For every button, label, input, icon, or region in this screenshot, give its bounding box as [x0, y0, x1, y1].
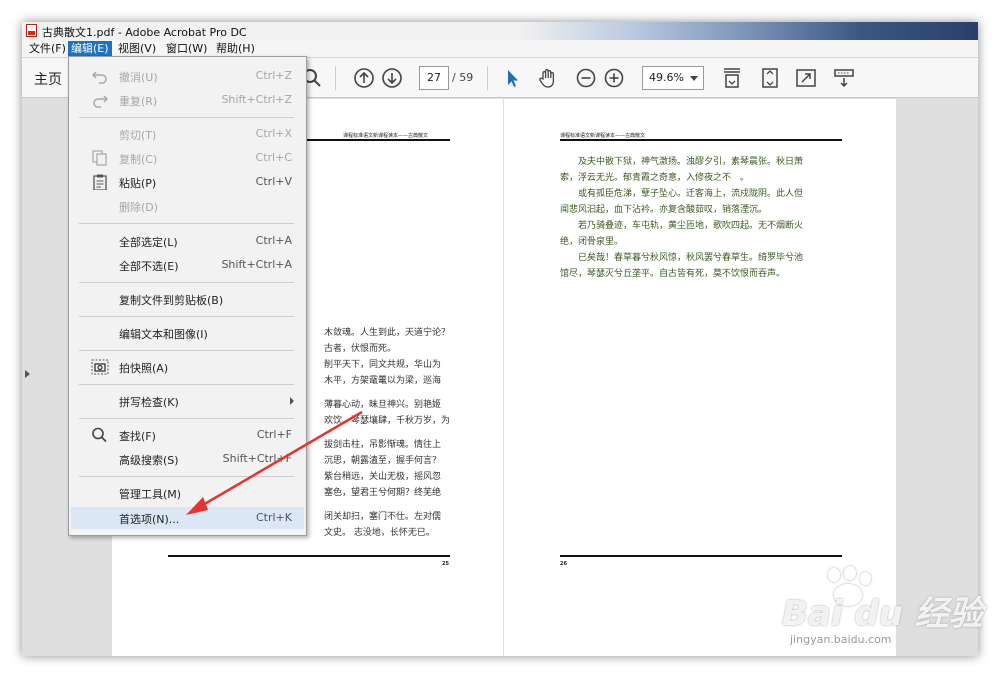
- watermark-url: jingyan.baidu.com: [790, 633, 892, 646]
- full-screen-icon[interactable]: [794, 66, 818, 90]
- read-mode-icon[interactable]: [832, 66, 856, 90]
- menu-help[interactable]: 帮助(H): [213, 41, 258, 57]
- menu-separator: [79, 117, 294, 118]
- zoom-level-value: 49.6%: [649, 71, 684, 84]
- camera-icon: [91, 359, 109, 375]
- menu-item-preferences[interactable]: 首选项(N)... Ctrl+K: [71, 507, 304, 529]
- menu-item-manage-tools[interactable]: 管理工具(M): [71, 482, 304, 504]
- page-number-label: 25: [442, 561, 449, 567]
- menu-separator: [79, 223, 294, 224]
- menu-item-cut[interactable]: 剪切(T) Ctrl+X: [71, 123, 304, 145]
- page-display-icon[interactable]: [720, 66, 744, 90]
- page-total: / 59: [452, 71, 474, 84]
- hand-tool-icon[interactable]: [536, 66, 560, 90]
- menu-item-find[interactable]: 查找(F) Ctrl+F: [71, 424, 304, 446]
- next-page-icon[interactable]: [380, 66, 404, 90]
- redo-icon: [93, 95, 108, 108]
- paw-icon: [828, 568, 840, 582]
- page-header: 课程标准语文新课程读本——古典散文: [343, 133, 429, 139]
- menu-item-advanced-search[interactable]: 高级搜索(S) Shift+Ctrl+F: [71, 448, 304, 470]
- paw-icon: [844, 566, 856, 580]
- menu-item-delete[interactable]: 删除(D): [71, 195, 304, 217]
- paw-icon: [860, 572, 871, 585]
- footer-rule: [168, 555, 450, 557]
- menu-item-snapshot[interactable]: 拍快照(A): [71, 356, 304, 378]
- menu-separator: [79, 384, 294, 385]
- menu-item-deselect-all[interactable]: 全部不选(E) Shift+Ctrl+A: [71, 254, 304, 276]
- menu-item-edit-text-images[interactable]: 编辑文本和图像(I): [71, 322, 304, 344]
- expand-panel-icon[interactable]: [25, 370, 30, 378]
- toolbar-separator: [487, 66, 488, 90]
- zoom-level-select[interactable]: 49.6%: [642, 66, 704, 90]
- select-cursor-icon[interactable]: [500, 66, 524, 90]
- menu-view[interactable]: 视图(V): [115, 41, 159, 57]
- menu-item-paste[interactable]: 粘贴(P) Ctrl+V: [71, 171, 304, 193]
- baidu-watermark: Bai du 经验 jingyan.baidu.com: [760, 566, 983, 658]
- copy-icon: [92, 150, 107, 166]
- menu-item-copy[interactable]: 复制(C) Ctrl+C: [71, 147, 304, 169]
- edit-menu-dropdown: 撤消(U) Ctrl+Z 重复(R) Shift+Ctrl+Z 剪切(T) Ct…: [68, 56, 307, 536]
- pdf-file-icon: [26, 24, 37, 37]
- search-icon: [92, 427, 107, 443]
- undo-icon: [92, 71, 107, 84]
- toolbar-separator: [335, 66, 336, 90]
- menu-window[interactable]: 窗口(W): [163, 41, 210, 57]
- menu-separator: [79, 316, 294, 317]
- menu-item-undo[interactable]: 撤消(U) Ctrl+Z: [71, 65, 304, 87]
- menu-item-select-all[interactable]: 全部选定(L) Ctrl+A: [71, 230, 304, 252]
- watermark-brand: Bai du 经验: [782, 594, 983, 634]
- footer-rule: [560, 555, 842, 557]
- home-tab[interactable]: 主页: [34, 69, 62, 89]
- zoom-in-icon[interactable]: [602, 66, 626, 90]
- clipboard-icon: [93, 174, 107, 190]
- fit-page-icon[interactable]: [758, 66, 782, 90]
- page-body-text: 及夫中散下狱，神气激扬。浊醪夕引，素琴晨张。秋日萧 索，浮云无光。郁青霞之奇意，…: [560, 157, 804, 279]
- page-body-text: 木敛魂。人生到此，天道宁论？ 古者，伏恨而死。 削平天下，同文共规，华山为 木平…: [324, 328, 451, 538]
- menu-item-copy-file-to-clipboard[interactable]: 复制文件到剪贴板(B): [71, 288, 304, 310]
- menu-separator: [79, 418, 294, 419]
- page-header: 课程标准语文新课程读本——古典散文: [560, 133, 646, 139]
- menu-item-spell-check[interactable]: 拼写检查(K): [71, 390, 304, 412]
- submenu-arrow-icon: [290, 397, 294, 405]
- menu-edit[interactable]: 编辑(E): [68, 41, 112, 57]
- header-rule: [560, 139, 842, 141]
- title-bar: 古典散文1.pdf - Adobe Acrobat Pro DC: [22, 22, 978, 40]
- menu-item-redo[interactable]: 重复(R) Shift+Ctrl+Z: [71, 89, 304, 111]
- menu-separator: [79, 282, 294, 283]
- page-number-label: 26: [560, 561, 567, 567]
- menu-separator: [79, 476, 294, 477]
- previous-page-icon[interactable]: [352, 66, 376, 90]
- window-title: 古典散文1.pdf - Adobe Acrobat Pro DC: [42, 26, 247, 39]
- page-number-input[interactable]: 27: [419, 66, 449, 90]
- chevron-down-icon: [690, 76, 698, 81]
- menu-separator: [79, 350, 294, 351]
- menu-file[interactable]: 文件(F): [26, 41, 69, 57]
- zoom-out-icon[interactable]: [574, 66, 598, 90]
